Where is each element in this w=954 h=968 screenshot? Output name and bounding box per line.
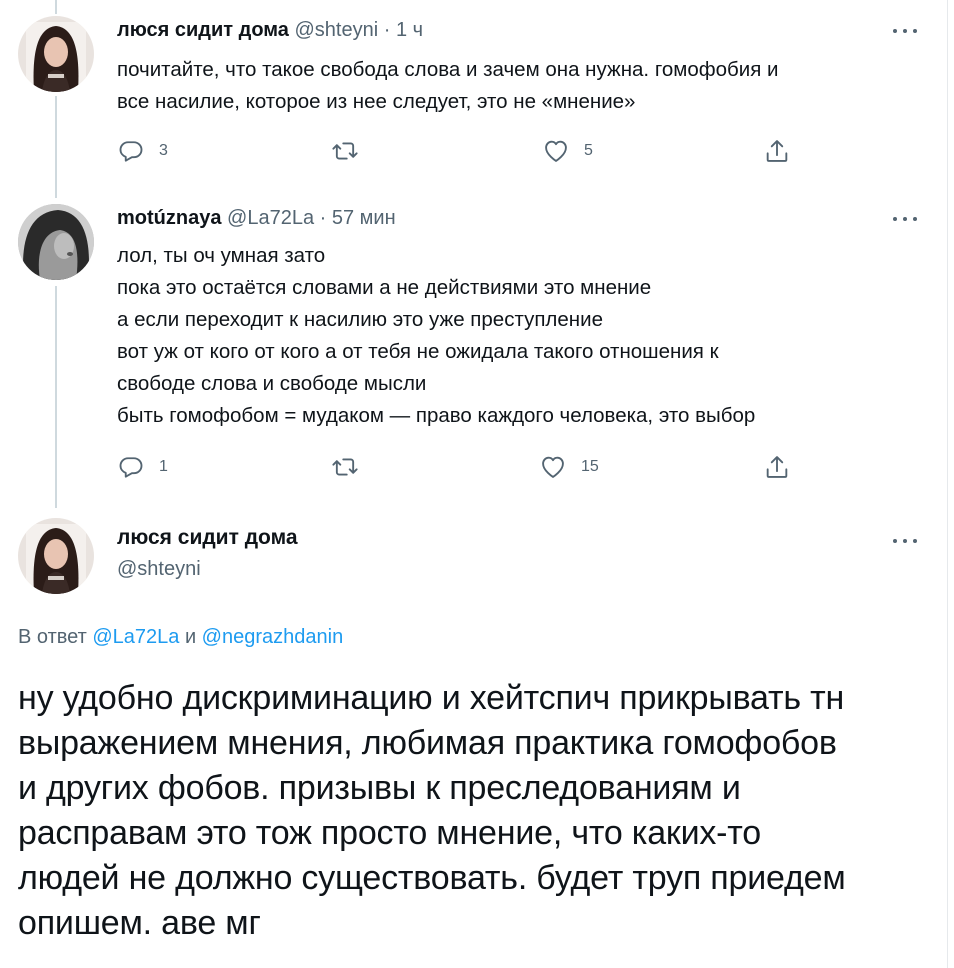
reply-button[interactable]: 3 [117,136,168,166]
retweet-icon [332,458,358,476]
tweet-header: люся сидит дома @shteyni · 1 ч [117,17,423,43]
separator-dot: · [319,207,327,229]
more-icon[interactable] [893,26,919,36]
tweet-text-line: выражением мнения, любимая практика гомо… [18,724,837,762]
thread-line [55,0,57,14]
tweet-text-line: а если переходит к насилию это уже прест… [117,308,603,331]
avatar[interactable] [18,204,94,280]
retweet-icon [332,142,358,160]
tweet-text-line: людей не должно существовать. будет труп… [18,859,846,897]
share-button[interactable] [763,452,791,482]
tweet-thread: люся сидит дома @shteyni · 1 ч почитайте… [0,0,948,968]
thread-line [55,286,57,508]
avatar[interactable] [18,518,94,594]
tweet-text-line: вот уж от кого от кого а от тебя не ожид… [117,340,719,363]
reply-icon [119,141,143,162]
heart-icon [545,140,567,162]
tweet-text-line: расправам это тож просто мнение, что как… [18,814,762,852]
user-handle[interactable]: @La72La [227,207,314,229]
share-button[interactable] [763,136,791,166]
tweet-text-line: опишем. аве мг [18,904,261,942]
like-count: 5 [584,142,593,159]
reply-count: 1 [159,458,168,475]
retweet-button[interactable] [331,452,359,482]
like-count: 15 [581,458,599,475]
tweet-text-line: и других фобов. призывы к преследованиям… [18,769,741,807]
reply-prefix: В ответ [18,626,87,648]
reply-user-link[interactable]: @La72La [92,626,179,648]
tweet-text: лол, ты оч умная зато пока это остаётся … [117,240,755,432]
user-handle[interactable]: @shteyni [117,558,201,581]
more-icon[interactable] [893,536,919,546]
heart-icon [542,456,564,478]
reply-button[interactable]: 1 [117,452,168,482]
tweet-text-line: пока это остаётся словами а не действиям… [117,276,652,299]
thread-line [55,96,57,198]
tweet-text-line: все насилие, которое из нее следует, это… [117,90,636,113]
like-button[interactable]: 5 [542,136,593,166]
timestamp[interactable]: 57 мин [332,207,396,229]
reply-and: и [184,626,197,648]
tweet-text-line: быть гомофобом = мудаком — право каждого… [117,404,756,427]
tweet-text: почитайте, что такое свобода слова и зач… [117,54,778,118]
tweet-text-line: свободе слова и свободе мысли [117,372,427,395]
tweet-text-line: ну удобно дискриминацию и хейтспич прикр… [18,679,845,717]
reply-count: 3 [159,142,168,159]
tweet-header: motúznaya @La72La · 57 мин [117,205,396,231]
timestamp[interactable]: 1 ч [396,19,423,41]
main-tweet-text: ну удобно дискриминацию и хейтспич прикр… [18,676,846,946]
column-border [947,0,948,968]
reply-user-link[interactable]: @negrazhdanin [202,626,344,648]
reply-context: В ответ @La72La и @negrazhdanin [18,626,343,649]
share-icon [766,140,788,162]
like-button[interactable]: 15 [539,452,599,482]
share-icon [766,456,788,478]
tweet-actions: 3 5 [117,136,807,166]
user-name[interactable]: люся сидит дома [117,19,289,41]
retweet-button[interactable] [331,136,359,166]
user-name[interactable]: люся сидит дома [117,526,298,550]
tweet-text-line: почитайте, что такое свобода слова и зач… [117,58,779,81]
user-handle[interactable]: @shteyni [295,19,379,41]
tweet-actions: 1 15 [117,452,807,482]
user-name[interactable]: motúznaya [117,207,221,229]
tweet-text-line: лол, ты оч умная зато [117,244,326,267]
reply-icon [119,457,143,478]
more-icon[interactable] [893,214,919,224]
avatar[interactable] [18,16,94,92]
separator-dot: · [383,19,391,41]
